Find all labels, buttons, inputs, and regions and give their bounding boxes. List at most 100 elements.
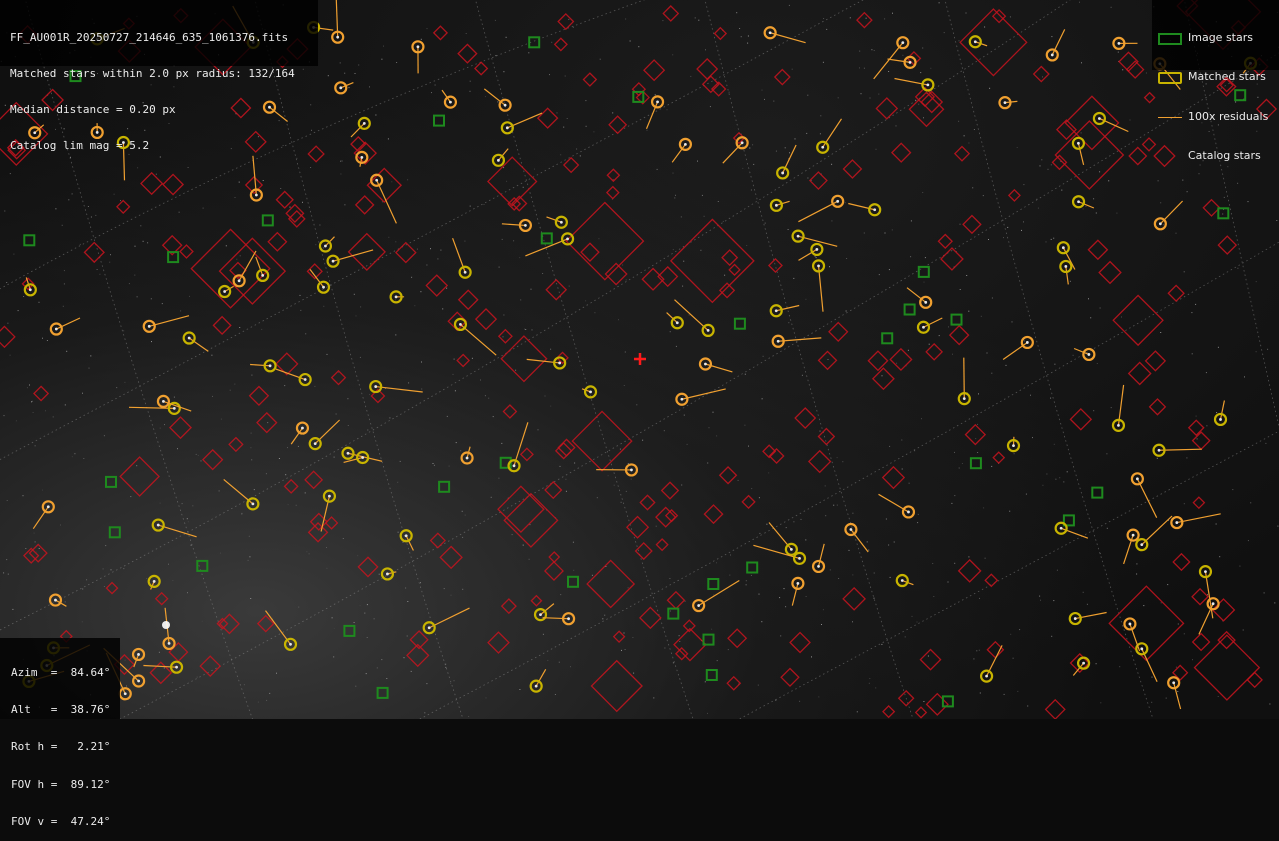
image-star-marker [378,688,388,698]
catalog-star-marker [558,14,573,29]
noise-speck [896,125,897,126]
noise-speck [501,443,502,444]
noise-speck [1042,485,1043,486]
catalog-star-marker [955,147,969,161]
legend-label: Image stars [1188,32,1253,44]
noise-speck [912,616,913,617]
catalog-star-marker [29,544,46,561]
noise-speck [585,300,586,301]
noise-speck [878,94,879,95]
noise-speck [528,52,529,53]
noise-speck [600,59,601,60]
noise-speck [1161,602,1162,603]
image-star-marker [344,626,354,636]
noise-speck [624,385,625,386]
noise-speck [543,634,544,635]
noise-speck [349,87,350,88]
catalog-star-marker [531,596,541,606]
noise-speck [939,335,940,336]
noise-speck [902,55,903,56]
noise-speck [219,490,220,491]
noise-speck [287,447,288,448]
noise-speck [923,701,924,702]
star-point [836,200,839,203]
catalog-star-marker [106,583,117,594]
residual-line [429,608,469,628]
noise-speck [367,637,368,638]
noise-speck [761,621,762,622]
noise-speck [795,138,796,139]
star-point [907,511,910,514]
image-star-marker [971,458,981,468]
noise-speck [874,573,875,574]
star-point [817,264,820,267]
noise-speck [874,598,875,599]
star-point [375,179,378,182]
star-point [1117,42,1120,45]
noise-speck [389,417,390,418]
noise-speck [1055,479,1056,480]
noise-speck [407,601,408,602]
noise-speck [249,556,250,557]
star-point [47,505,50,508]
noise-speck [284,385,285,386]
grid-line [380,230,1279,719]
image-star-marker [707,670,717,680]
noise-speck [124,382,125,383]
noise-speck [315,244,316,245]
noise-speck [742,168,743,169]
noise-speck [426,683,427,684]
noise-speck [1063,481,1064,482]
catalog-star-marker [663,6,678,21]
noise-speck [386,678,387,679]
noise-speck [174,397,175,398]
star-point [361,456,364,459]
noise-speck [976,650,977,651]
catalog-star-marker [993,452,1004,463]
noise-speck [340,161,341,162]
noise-speck [1004,694,1005,695]
filename-text: FF_AU001R_20250727_214646_635_1061376.fi… [10,32,318,44]
star-point [29,288,32,291]
noise-speck [1041,159,1042,160]
noise-speck [334,628,335,629]
noise-speck [972,187,973,188]
star-point [524,224,527,227]
catalog-star-marker [1071,654,1089,672]
noise-speck [664,648,665,649]
noise-speck [18,310,19,311]
noise-speck [930,68,931,69]
noise-speck [80,244,81,245]
noise-speck [667,109,668,110]
catalog-star-marker [876,98,897,119]
noise-speck [685,601,686,602]
noise-speck [1083,208,1084,209]
noise-speck [424,712,425,713]
catalog-star-marker [656,539,667,550]
catalog-star-marker [434,26,447,39]
catalog-star-marker [556,443,572,459]
noise-speck [820,133,821,134]
noise-speck [187,592,188,593]
noise-speck [126,686,127,687]
noise-speck [598,238,599,239]
noise-speck [618,319,619,320]
residual-line [753,545,799,558]
noise-speck [921,418,922,419]
noise-speck [408,382,409,383]
star-point [324,245,327,248]
star-point [850,528,853,531]
noise-speck [123,568,124,569]
noise-speck [400,461,401,462]
noise-speck [519,257,520,258]
noise-speck [1093,198,1094,199]
image-star-marker [1092,488,1102,498]
noise-speck [454,359,455,360]
noise-speck [626,491,627,492]
image-star-marker [747,563,757,573]
noise-speck [529,559,530,560]
noise-speck [23,296,24,297]
noise-speck [762,90,763,91]
noise-speck [1119,666,1120,667]
noise-speck [421,39,422,40]
